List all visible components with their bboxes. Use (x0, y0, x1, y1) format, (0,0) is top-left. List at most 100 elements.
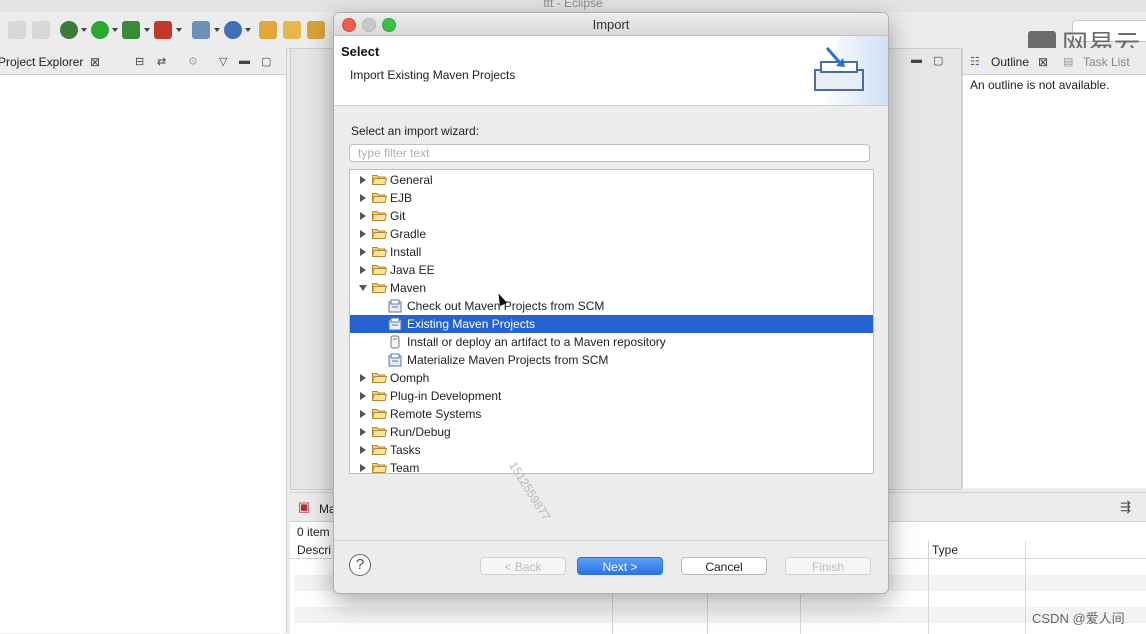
items-count: 0 item (297, 525, 330, 539)
tab-project-explorer[interactable]: Project Explorer (0, 55, 83, 69)
collapsed-twisty-icon[interactable] (360, 194, 366, 202)
close-icon[interactable]: ⊠ (90, 55, 100, 69)
folder-icon (371, 210, 388, 221)
tree-category[interactable]: Maven (350, 279, 873, 297)
tree-category-label: Java EE (390, 263, 435, 277)
task-list-icon: ▤ (1063, 56, 1074, 68)
header-description: Import Existing Maven Projects (350, 68, 516, 82)
folder-icon (371, 390, 388, 401)
tree-category[interactable]: Git (350, 207, 873, 225)
collapsed-twisty-icon[interactable] (360, 392, 366, 400)
folder-icon (371, 264, 388, 275)
next-button[interactable]: Next > (577, 557, 663, 575)
collapsed-twisty-icon[interactable] (360, 248, 366, 256)
view-menu-icon[interactable]: ▽ (219, 55, 227, 68)
tree-category-label: General (390, 173, 433, 187)
tree-category-label: Tasks (390, 443, 421, 457)
maven-wizard-icon (388, 353, 402, 367)
column-divider (928, 541, 929, 634)
tree-category[interactable]: Remote Systems (350, 405, 873, 423)
run-dropdown-icon[interactable] (112, 28, 118, 32)
external-tools-icon[interactable] (154, 21, 172, 39)
link-with-editor-icon[interactable]: ⇄ (157, 55, 166, 68)
help-button[interactable]: ? (349, 554, 371, 576)
new-server-dropdown-icon[interactable] (214, 28, 220, 32)
tree-category[interactable]: Plug-in Development (350, 387, 873, 405)
wizard-label: Select an import wizard: (351, 124, 480, 138)
collapsed-twisty-icon[interactable] (360, 374, 366, 382)
collapsed-twisty-icon[interactable] (360, 410, 366, 418)
jar-icon (388, 335, 402, 349)
tree-item[interactable]: Existing Maven Projects (350, 315, 873, 333)
folder-icon (371, 408, 388, 419)
collapsed-twisty-icon[interactable] (360, 212, 366, 220)
tree-item[interactable]: Check out Maven Projects from SCM (350, 297, 873, 315)
tree-item[interactable]: Materialize Maven Projects from SCM (350, 351, 873, 369)
new-class-icon[interactable] (224, 21, 242, 39)
collapsed-twisty-icon[interactable] (360, 176, 366, 184)
new-class-dropdown-icon[interactable] (245, 28, 251, 32)
search-tool-icon[interactable] (307, 21, 325, 39)
tab-outline[interactable]: Outline (991, 55, 1029, 69)
outline-tabbar: ☷ Outline ⊠ ▤ Task List (963, 48, 1146, 75)
tree-category[interactable]: Tasks (350, 441, 873, 459)
outline-icon: ☷ (970, 56, 980, 68)
maximize-icon[interactable]: ▢ (261, 55, 271, 68)
tree-category[interactable]: Java EE (350, 261, 873, 279)
tree-item-label: Existing Maven Projects (407, 317, 536, 331)
finish-button[interactable]: Finish (785, 557, 871, 575)
tab-task-list[interactable]: Task List (1083, 55, 1130, 69)
tree-category[interactable]: General (350, 171, 873, 189)
collapsed-twisty-icon[interactable] (360, 266, 366, 274)
collapsed-twisty-icon[interactable] (360, 446, 366, 454)
collapsed-twisty-icon[interactable] (360, 464, 366, 472)
new-server-icon[interactable] (192, 21, 210, 39)
folder-icon (371, 444, 388, 455)
tree-category-label: Plug-in Development (390, 389, 502, 403)
outline-close-icon[interactable]: ⊠ (1038, 55, 1048, 69)
expanded-twisty-icon[interactable] (359, 285, 367, 291)
cancel-button[interactable]: Cancel (681, 557, 767, 575)
wizard-tree: General EJB Git Gradle Install Java EE Maven Ch… (349, 169, 874, 474)
folder-icon (371, 246, 388, 257)
save-all-icon[interactable] (32, 21, 50, 39)
debug-dropdown-icon[interactable] (81, 28, 87, 32)
open-task-icon[interactable] (283, 21, 301, 39)
run-icon[interactable] (91, 21, 109, 39)
open-type-icon[interactable] (259, 21, 277, 39)
column-description[interactable]: Descri (297, 543, 331, 557)
coverage-icon[interactable] (122, 21, 140, 39)
tree-category[interactable]: Install (350, 243, 873, 261)
tree-category[interactable]: EJB (350, 189, 873, 207)
collapse-all-icon[interactable]: ⊟ (135, 55, 144, 68)
outline-panel: ☷ Outline ⊠ ▤ Task List An outline is no… (962, 48, 1146, 488)
tree-category-label: Remote Systems (390, 407, 482, 421)
debug-icon[interactable] (60, 21, 78, 39)
editor-minimize-icon[interactable]: ▬ (911, 54, 922, 66)
tree-category[interactable]: Oomph (350, 369, 873, 387)
save-icon[interactable] (8, 21, 26, 39)
tree-item[interactable]: Install or deploy an artifact to a Maven… (350, 333, 873, 351)
collapsed-twisty-icon[interactable] (360, 428, 366, 436)
maven-wizard-icon (388, 299, 402, 313)
table-row (294, 607, 1146, 623)
minimize-icon[interactable]: ▬ (239, 55, 250, 67)
filter-icon[interactable]: ⚙ (188, 55, 198, 68)
filter-input[interactable] (349, 144, 870, 162)
dialog-header: Select Import Existing Maven Projects (334, 36, 888, 106)
window-title: ttt - Eclipse (0, 0, 1146, 12)
tree-category[interactable]: Team (350, 459, 873, 473)
dialog-title: Import (592, 17, 630, 32)
tree-category[interactable]: Gradle (350, 225, 873, 243)
column-type[interactable]: Type (932, 543, 958, 557)
outline-message: An outline is not available. (970, 78, 1110, 92)
import-dialog: Import Select Import Existing Maven Proj… (333, 12, 889, 594)
tree-category[interactable]: Run/Debug (350, 423, 873, 441)
footer-divider (334, 540, 888, 541)
collapsed-twisty-icon[interactable] (360, 230, 366, 238)
editor-maximize-icon[interactable]: ▢ (933, 54, 943, 67)
back-button[interactable]: < Back (480, 557, 566, 575)
view-menu-bottom-icon[interactable]: ⇶ (1120, 499, 1131, 515)
external-tools-dropdown-icon[interactable] (176, 28, 182, 32)
coverage-dropdown-icon[interactable] (144, 28, 150, 32)
